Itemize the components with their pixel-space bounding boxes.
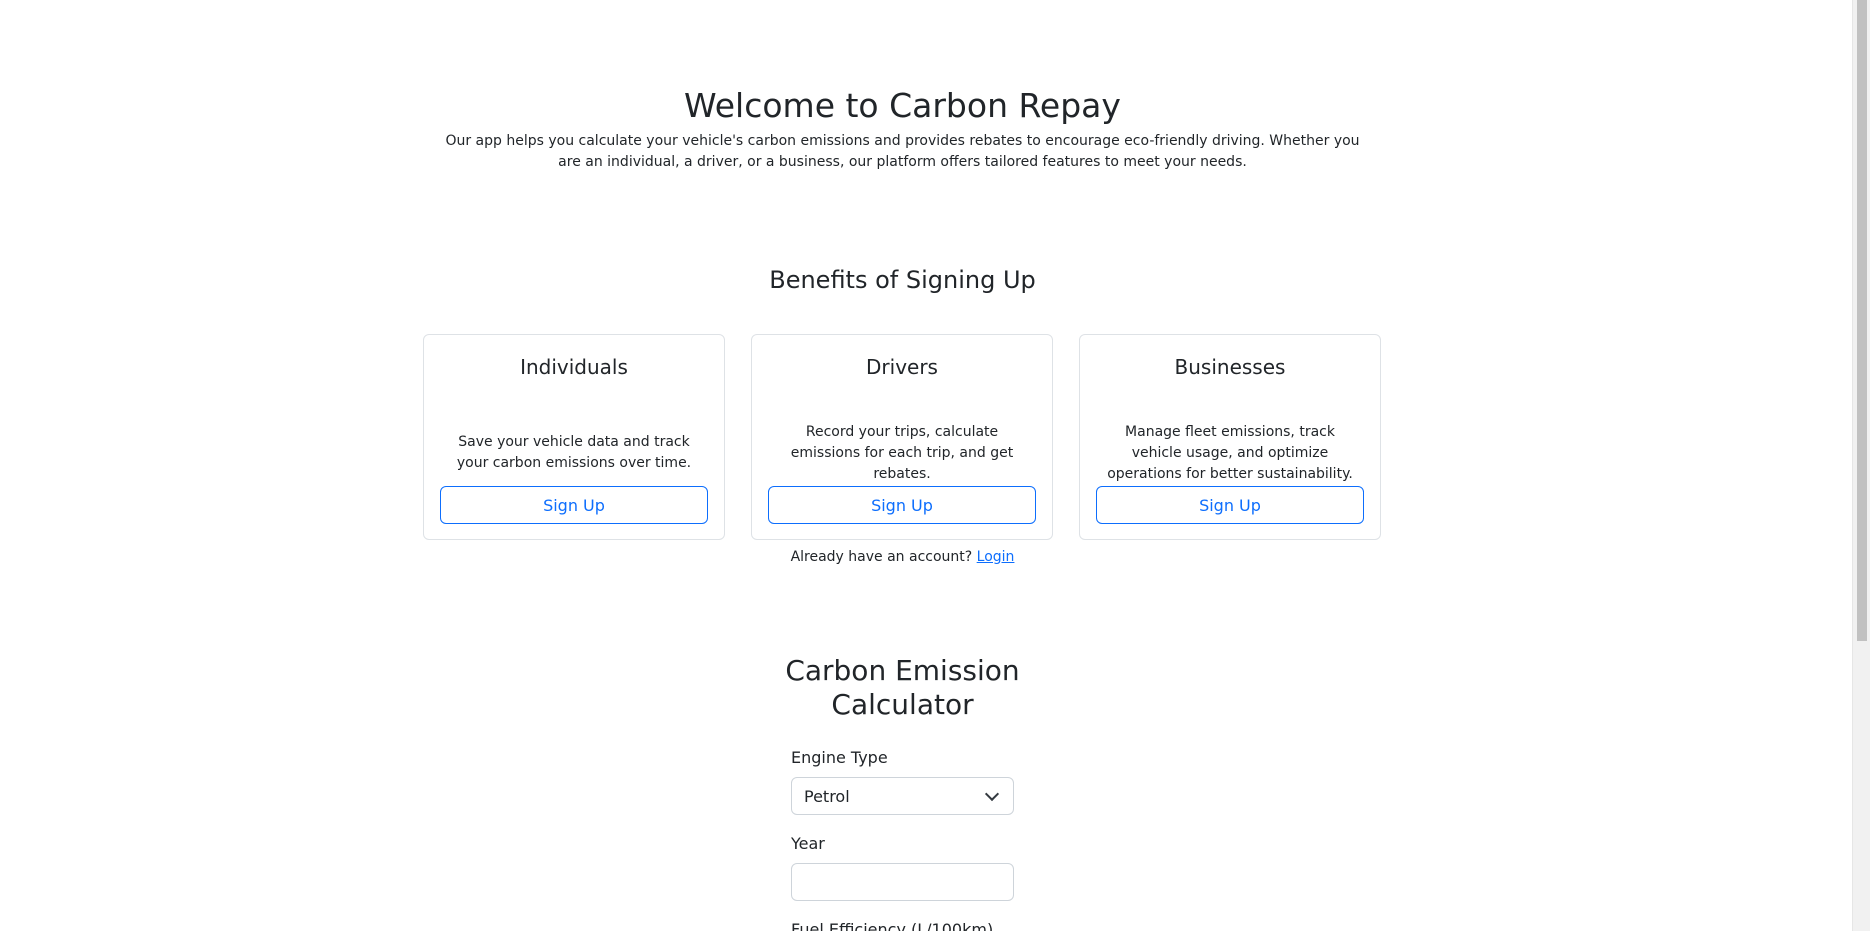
login-link[interactable]: Login (977, 549, 1015, 565)
benefits-title: Benefits of Signing Up (769, 266, 1036, 294)
hero-description: Our app helps you calculate your vehicle… (445, 133, 1360, 170)
benefit-card-individuals: Individuals Save your vehicle data and t… (423, 334, 725, 540)
chevron-down-icon (984, 786, 1000, 801)
login-prompt-text: Already have an account? (790, 549, 973, 565)
engine-type-selected-value: Petrol (804, 786, 850, 806)
main-content: Welcome to Carbon Repay Our app helps yo… (0, 0, 1852, 931)
fuel-efficiency-label: Fuel Efficiency (L/100km) (791, 920, 994, 931)
signup-individuals-button[interactable]: Sign Up (440, 486, 708, 524)
engine-type-select[interactable]: Petrol (791, 777, 1014, 815)
vertical-scrollbar[interactable] (1852, 0, 1870, 931)
year-input[interactable] (791, 863, 1014, 901)
page: Welcome to Carbon Repay Our app helps yo… (0, 0, 1870, 931)
hero-title: Welcome to Carbon Repay (684, 86, 1121, 125)
year-label: Year (791, 834, 825, 853)
calculator-title: Carbon Emission Calculator (785, 654, 1020, 721)
benefit-card-businesses: Businesses Manage fleet emissions, track… (1079, 334, 1381, 540)
signup-businesses-button[interactable]: Sign Up (1096, 486, 1364, 524)
benefit-card-drivers: Drivers Record your trips, calculate emi… (751, 334, 1053, 540)
engine-type-label: Engine Type (791, 748, 888, 767)
scrollbar-thumb[interactable] (1857, 0, 1867, 641)
card-title: Individuals (520, 355, 628, 379)
login-prompt: Already have an account? Login (0, 547, 1805, 567)
card-title: Businesses (1174, 355, 1286, 379)
card-title: Drivers (866, 355, 938, 379)
signup-drivers-button[interactable]: Sign Up (768, 486, 1036, 524)
